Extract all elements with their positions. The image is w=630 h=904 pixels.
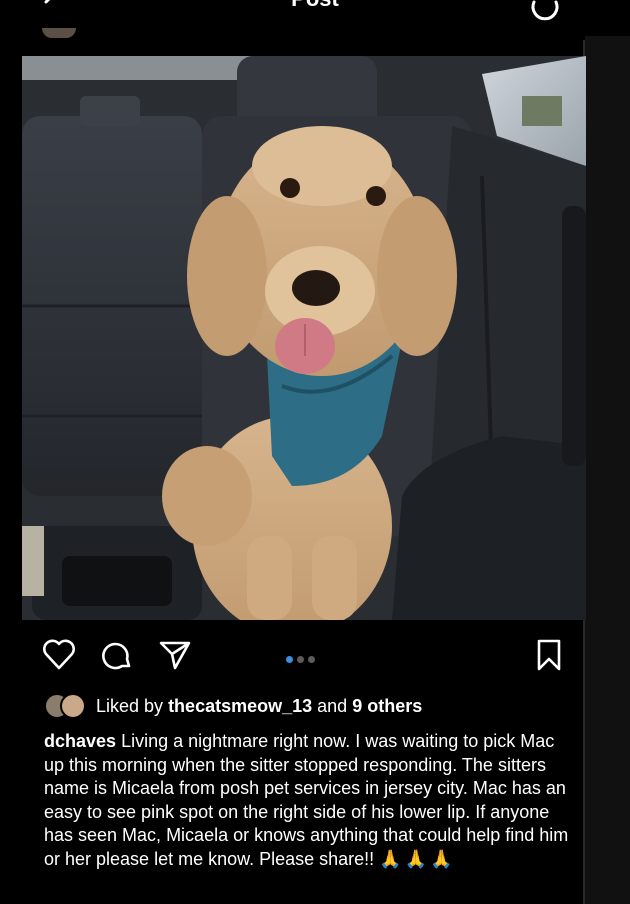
carousel-dot-active	[286, 656, 293, 663]
side-panel	[585, 36, 630, 904]
post-caption: dchaves Living a nightmare right now. I …	[44, 730, 574, 872]
comment-icon[interactable]	[100, 639, 134, 673]
carousel-dot	[308, 656, 315, 663]
caption-username[interactable]: dchaves	[44, 731, 116, 751]
liker-avatar	[60, 693, 86, 719]
share-icon[interactable]	[158, 639, 192, 671]
post-image[interactable]	[22, 56, 586, 620]
refresh-icon[interactable]	[528, 0, 562, 24]
liker-username[interactable]: thecatsmeow_13	[168, 696, 312, 717]
heart-icon[interactable]	[42, 639, 76, 671]
dog-photo	[22, 56, 586, 620]
caption-emoji: 🙏🙏🙏	[379, 848, 456, 869]
carousel-indicator	[286, 650, 319, 663]
caption-text: Living a nightmare right now. I was wait…	[44, 731, 569, 869]
carousel-dot	[297, 656, 304, 663]
likes-middle: and	[317, 695, 348, 716]
bookmark-icon[interactable]	[536, 638, 562, 672]
likes-row[interactable]: Liked by thecatsmeow_13 and 9 others	[44, 693, 422, 719]
avatar[interactable]	[42, 28, 76, 38]
likes-prefix: Liked by	[96, 695, 164, 716]
top-bar: Post	[0, 0, 630, 36]
likes-others[interactable]: 9 others	[352, 696, 422, 717]
